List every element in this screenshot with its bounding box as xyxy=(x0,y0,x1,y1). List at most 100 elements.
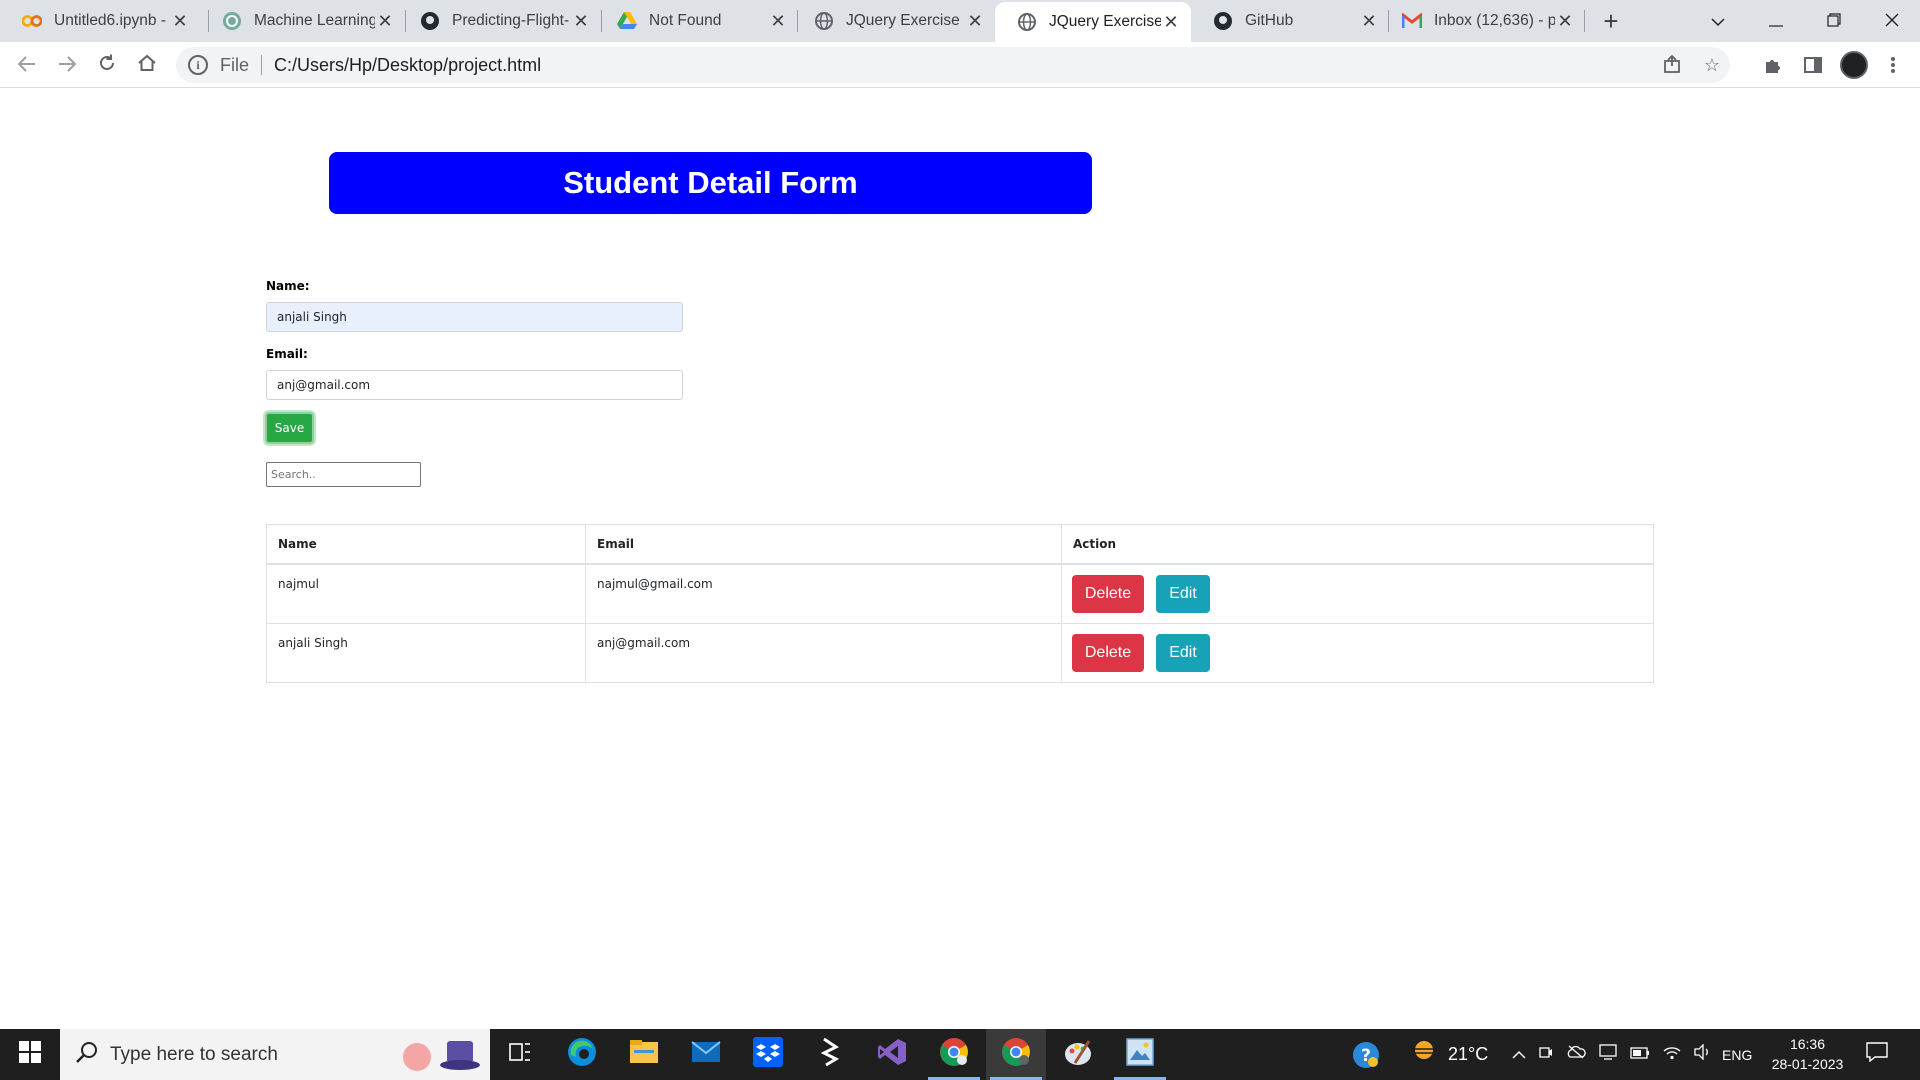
taskbar-app-visual-studio[interactable] xyxy=(862,1029,922,1080)
tab-jquery-exercise-active[interactable]: JQuery Exercise ✕ xyxy=(995,2,1191,42)
cell-email: najmul@gmail.com xyxy=(585,565,1061,623)
meet-now-icon[interactable] xyxy=(1539,1044,1553,1065)
taskbar-app-photos[interactable] xyxy=(1110,1029,1170,1080)
info-icon[interactable]: i xyxy=(188,55,208,75)
new-tab-button[interactable]: + xyxy=(1596,6,1626,36)
taskbar-app-mail[interactable] xyxy=(676,1029,736,1080)
tab-title: GitHub xyxy=(1245,12,1294,29)
search-icon xyxy=(76,1041,98,1069)
tab-separator xyxy=(1584,10,1585,32)
divider xyxy=(261,55,263,75)
start-button[interactable] xyxy=(0,1029,60,1080)
taskbar-clock[interactable]: 16:36 28-01-2023 xyxy=(1760,1034,1855,1074)
tab-github[interactable]: GitHub ✕ xyxy=(1191,0,1389,42)
save-button[interactable]: Save xyxy=(265,412,314,444)
google-drive-icon xyxy=(617,11,637,31)
profile-avatar[interactable] xyxy=(1840,51,1868,79)
volume-icon[interactable] xyxy=(1694,1043,1712,1065)
back-button[interactable] xyxy=(12,50,42,80)
display-icon[interactable] xyxy=(1599,1044,1617,1065)
edit-button[interactable]: Edit xyxy=(1156,575,1210,613)
menu-kebab-icon[interactable] xyxy=(1880,52,1906,78)
search-input[interactable]: Search.. xyxy=(266,462,421,487)
close-icon[interactable]: ✕ xyxy=(965,11,985,31)
close-icon xyxy=(1885,11,1899,32)
close-icon[interactable]: ✕ xyxy=(571,11,591,31)
wifi-icon[interactable] xyxy=(1663,1044,1681,1065)
taskbar-app-paint[interactable] xyxy=(1048,1029,1108,1080)
name-input[interactable]: anjali Singh xyxy=(266,302,683,332)
tab-strip: Untitled6.ipynb - ✕ Machine Learning ✕ P… xyxy=(0,0,1920,42)
forward-button[interactable] xyxy=(52,50,82,80)
taskbar-app-dropbox[interactable] xyxy=(738,1029,798,1080)
windows-logo-icon xyxy=(19,1041,41,1068)
arrow-left-icon xyxy=(17,52,36,78)
reload-button[interactable] xyxy=(92,50,122,80)
notifications-button[interactable] xyxy=(1866,1029,1888,1080)
extensions-icon[interactable] xyxy=(1760,52,1786,78)
globe-icon xyxy=(814,11,834,31)
tab-predicting-flight[interactable]: Predicting-Flight- ✕ xyxy=(398,0,601,42)
delete-button[interactable]: Delete xyxy=(1072,634,1144,672)
close-icon[interactable]: ✕ xyxy=(1161,12,1181,32)
email-input-value: anj@gmail.com xyxy=(277,378,371,392)
minimize-icon xyxy=(1769,11,1783,32)
close-icon[interactable]: ✕ xyxy=(768,11,788,31)
tab-gmail-inbox[interactable]: Inbox (12,636) - p ✕ xyxy=(1380,0,1585,42)
tab-jquery-exercise[interactable]: JQuery Exercise ✕ xyxy=(792,0,995,42)
windows-taskbar: Type here to search ? 21°C ENG 16:36 28-… xyxy=(0,1029,1920,1080)
address-bar[interactable]: i File C:/Users/Hp/Desktop/project.html … xyxy=(176,47,1730,83)
url-text[interactable]: C:/Users/Hp/Desktop/project.html xyxy=(274,55,541,76)
name-input-value: anjali Singh xyxy=(277,310,347,324)
table-header-row: Name Email Action xyxy=(267,525,1653,564)
help-tray-icon[interactable]: ? xyxy=(1352,1029,1380,1080)
weather-temperature: 21°C xyxy=(1448,1044,1489,1064)
taskbar-app-file-explorer[interactable] xyxy=(614,1029,674,1080)
task-view-button[interactable] xyxy=(490,1029,550,1080)
dropbox-icon xyxy=(753,1037,783,1072)
tab-colab[interactable]: Untitled6.ipynb - ✕ xyxy=(0,0,200,42)
input-language[interactable]: ENG xyxy=(1722,1029,1752,1080)
close-icon[interactable]: ✕ xyxy=(1555,11,1575,31)
system-tray-icons xyxy=(1512,1029,1712,1080)
page-title-banner: Student Detail Form xyxy=(329,152,1092,214)
cell-name: anjali Singh xyxy=(278,636,348,650)
browser-toolbar: i File C:/Users/Hp/Desktop/project.html … xyxy=(0,42,1920,88)
weather-widget[interactable]: 21°C xyxy=(1410,1029,1488,1080)
chevron-up-icon[interactable] xyxy=(1512,1046,1526,1064)
column-header-email: Email xyxy=(585,525,1061,563)
home-button[interactable] xyxy=(132,50,162,80)
tab-not-found[interactable]: Not Found ✕ xyxy=(595,0,798,42)
close-icon[interactable]: ✕ xyxy=(375,11,395,31)
tab-machine-learning[interactable]: Machine Learning ✕ xyxy=(200,0,405,42)
edit-button[interactable]: Edit xyxy=(1156,634,1210,672)
close-icon[interactable]: ✕ xyxy=(1359,11,1379,31)
minimize-button[interactable] xyxy=(1748,0,1804,42)
tab-title: Not Found xyxy=(649,12,722,29)
battery-icon[interactable] xyxy=(1630,1046,1650,1064)
onedrive-offline-icon[interactable] xyxy=(1566,1045,1586,1064)
name-label: Name: xyxy=(266,279,310,293)
table-row: najmul najmul@gmail.com Delete Edit xyxy=(267,564,1653,623)
side-panel-icon[interactable] xyxy=(1800,52,1826,78)
taskbar-search-box[interactable]: Type here to search xyxy=(60,1029,490,1080)
share-icon[interactable] xyxy=(1662,54,1682,75)
close-window-button[interactable] xyxy=(1864,0,1920,42)
restore-button[interactable] xyxy=(1806,0,1862,42)
page-content: Student Detail Form Name: anjali Singh E… xyxy=(0,89,1920,1029)
column-header-action: Action xyxy=(1061,525,1653,563)
taskbar-app-chrome-profile-a[interactable] xyxy=(924,1029,984,1080)
reload-icon xyxy=(98,52,116,78)
bookmark-star-icon[interactable]: ☆ xyxy=(1702,55,1722,75)
taskbar-search-placeholder: Type here to search xyxy=(110,1043,278,1065)
taskbar-app-sublime[interactable] xyxy=(800,1029,860,1080)
globe-icon xyxy=(1017,12,1037,32)
chevron-down-icon xyxy=(1711,11,1725,32)
taskbar-app-chrome[interactable] xyxy=(986,1029,1046,1080)
tab-search-button[interactable] xyxy=(1690,0,1746,42)
delete-button[interactable]: Delete xyxy=(1072,575,1144,613)
email-input[interactable]: anj@gmail.com xyxy=(266,370,683,400)
chatgpt-icon xyxy=(222,11,242,31)
close-icon[interactable]: ✕ xyxy=(170,11,190,31)
taskbar-app-edge[interactable] xyxy=(552,1029,612,1080)
